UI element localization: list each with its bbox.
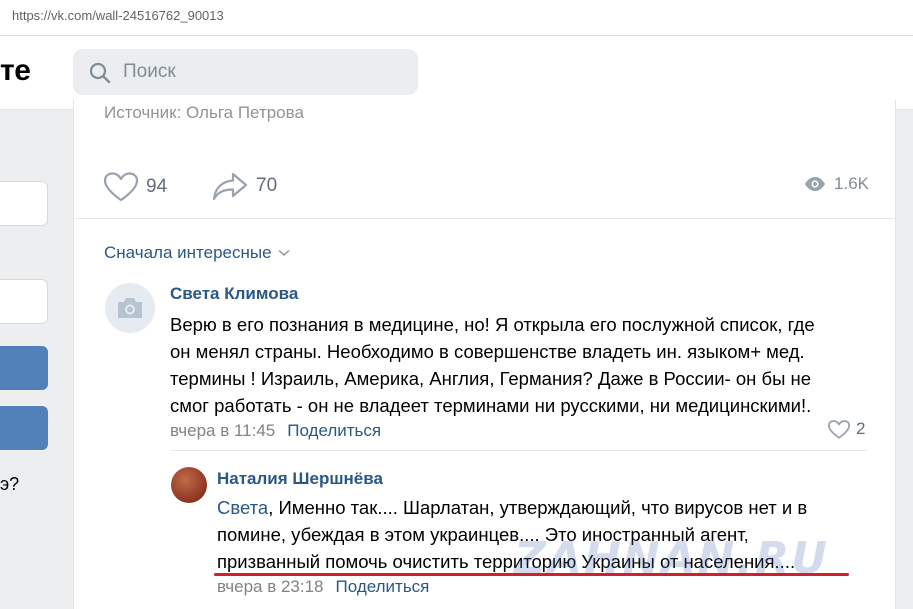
camera-icon (118, 298, 142, 318)
views-count: 1.6K (834, 174, 869, 193)
vk-header: те (0, 36, 913, 110)
divider (170, 450, 867, 451)
sidebar-text: э? (0, 474, 20, 494)
red-underline-annotation (214, 573, 849, 576)
reply-share-link[interactable]: Поделиться (336, 577, 430, 597)
share-button[interactable]: 70 (212, 172, 277, 200)
comment-like-button[interactable]: 2 (828, 419, 865, 439)
share-count: 70 (256, 175, 278, 196)
like-button[interactable]: 94 (104, 172, 167, 202)
sidebar-field[interactable] (0, 181, 48, 226)
vk-logo[interactable]: те (0, 54, 31, 88)
sidebar-field[interactable] (0, 279, 48, 324)
reply-meta: вчера в 23:18 Поделиться (217, 577, 429, 597)
chevron-down-icon (278, 249, 290, 257)
share-arrow-icon (212, 172, 248, 200)
comment-share-link[interactable]: Поделиться (287, 421, 381, 441)
heart-icon (104, 172, 138, 202)
search-box[interactable] (73, 49, 418, 95)
avatar[interactable] (105, 283, 155, 333)
sort-label: Сначала интересные (104, 243, 272, 262)
comment-time[interactable]: вчера в 11:45 (170, 421, 275, 441)
sidebar-button[interactable] (0, 406, 48, 450)
reply-time[interactable]: вчера в 23:18 (217, 577, 324, 597)
comment-line: Верю в его познания в медицине, но! Я от… (170, 314, 815, 335)
heart-icon (828, 419, 850, 439)
reply-to-link[interactable]: Света (217, 497, 268, 518)
comments-sort-dropdown[interactable]: Сначала интересные (104, 243, 290, 263)
avatar[interactable] (171, 467, 207, 503)
browser-address-bar[interactable]: https://vk.com/wall-24516762_90013 (0, 0, 913, 36)
comment-author[interactable]: Света Климова (170, 284, 298, 304)
watermark: ZAHNAN.RU (514, 533, 829, 584)
post-actions: 94 70 1.6K (74, 160, 897, 212)
divider (74, 218, 897, 219)
comment-line: смог работать - он не владеет терминами … (170, 395, 812, 416)
search-input[interactable] (123, 49, 403, 95)
sidebar-button[interactable] (0, 346, 48, 390)
like-count: 94 (146, 176, 168, 197)
views-counter: 1.6K (804, 174, 869, 194)
comment-meta: вчера в 11:45 Поделиться (170, 421, 381, 441)
reply-author[interactable]: Наталия Шершнёва (217, 469, 383, 489)
page: https://vk.com/wall-24516762_90013 те э?… (0, 0, 913, 609)
comment-line: термины ! Израиль, Америка, Англия, Герм… (170, 368, 812, 389)
search-icon (89, 62, 111, 84)
reply-line: , Именно так.... Шарлатан, утверждающий,… (268, 497, 808, 518)
comment-line: он менял страны. Необходимо в совершенст… (170, 341, 805, 362)
post-card: Источник: Ольга Петрова 94 70 1.6K Снача… (73, 100, 897, 609)
post-source[interactable]: Источник: Ольга Петрова (104, 103, 304, 123)
comment-text: Верю в его познания в медицине, но! Я от… (170, 311, 815, 419)
eye-icon (805, 177, 826, 191)
url-text[interactable]: https://vk.com/wall-24516762_90013 (12, 8, 224, 23)
comment-like-count: 2 (856, 419, 866, 438)
